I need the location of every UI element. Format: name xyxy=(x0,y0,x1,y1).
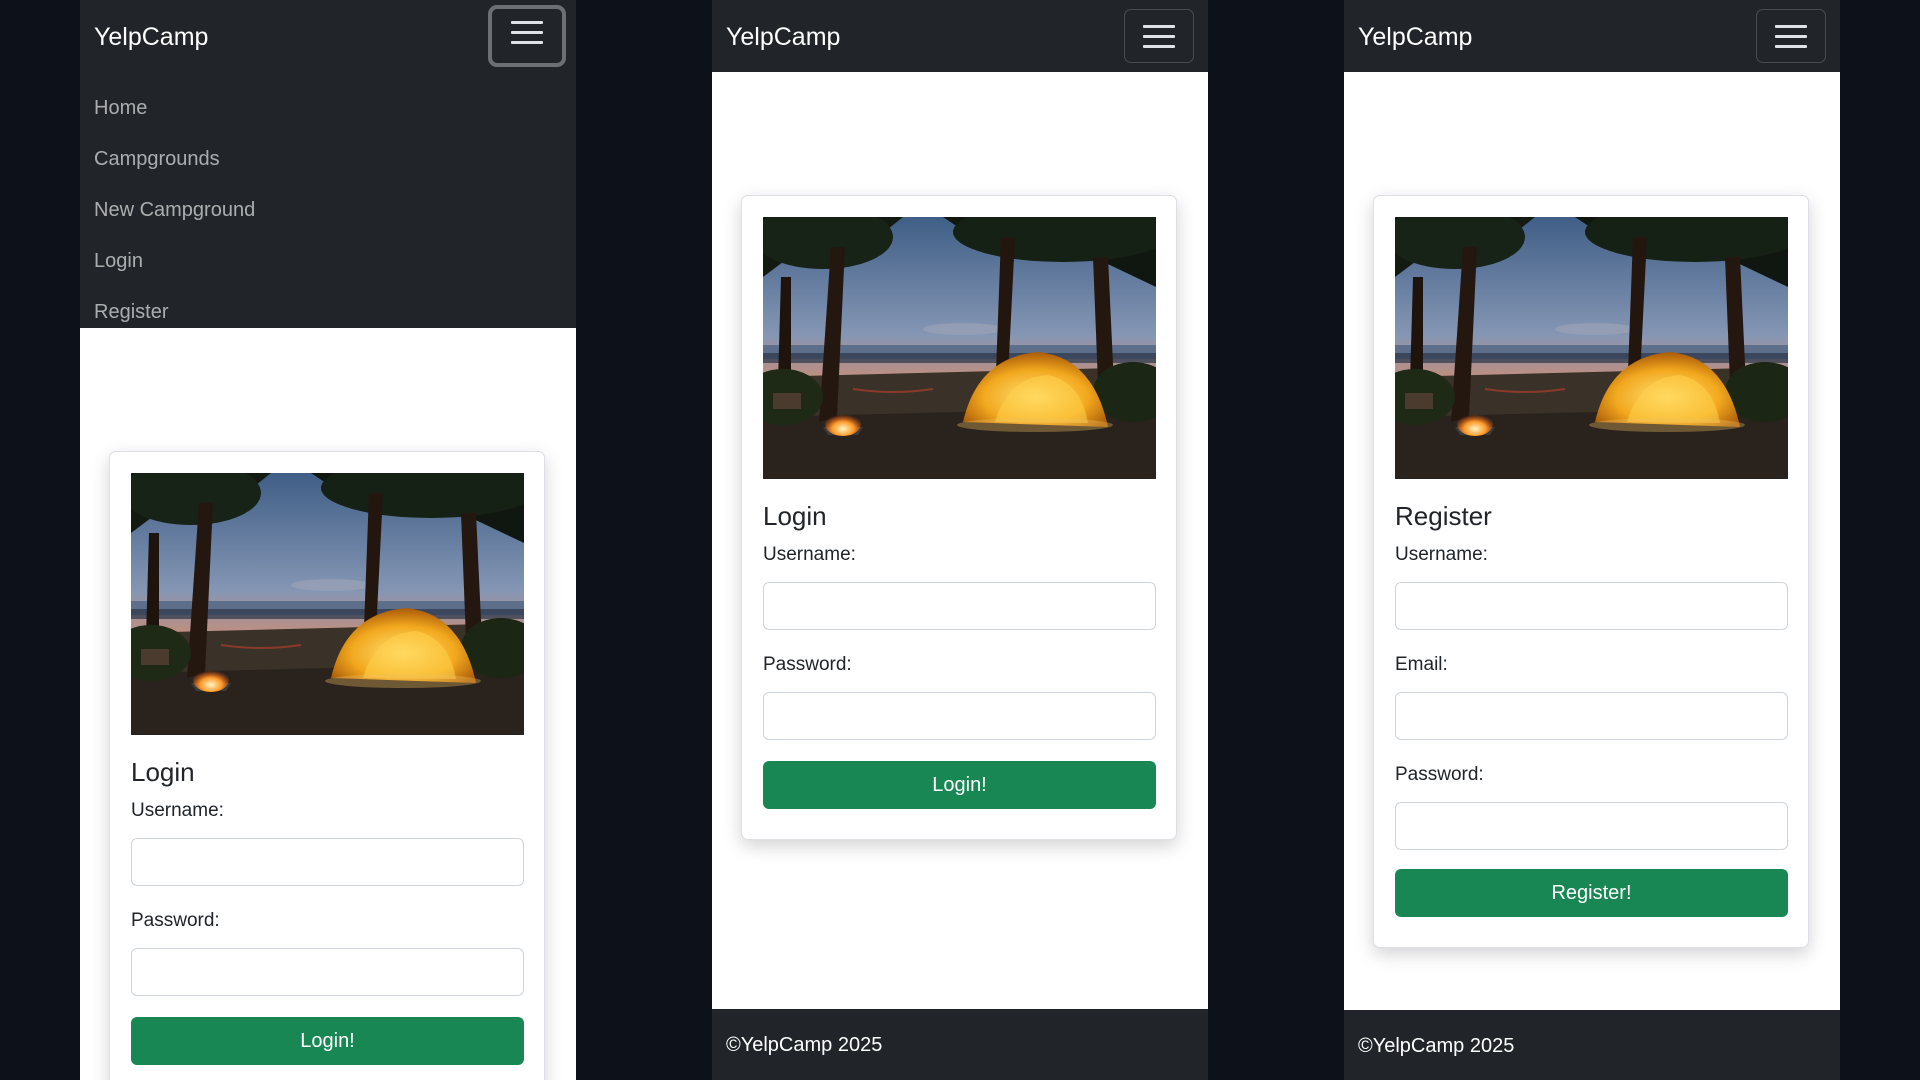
login-button[interactable]: Login! xyxy=(131,1017,524,1065)
nav-menu: Home Campgrounds New Campground Login Re… xyxy=(80,72,576,328)
copyright-text: ©YelpCamp 2025 xyxy=(726,1034,883,1056)
login-title: Login xyxy=(131,757,195,787)
login-button[interactable]: Login! xyxy=(763,761,1156,809)
username-label: Username: xyxy=(763,544,856,565)
register-card: Register Username: Email: Password: Regi… xyxy=(1373,195,1809,948)
email-label: Email: xyxy=(1395,654,1448,675)
password-input[interactable] xyxy=(131,948,524,996)
mobile-view-login-menu-open: YelpCamp Home Campgrounds New Campground… xyxy=(80,0,576,1080)
nav-link-new-campground[interactable]: New Campground xyxy=(94,190,255,230)
login-card: Login Username: Password: Login! xyxy=(741,195,1177,840)
nav-link-home[interactable]: Home xyxy=(94,88,147,128)
mobile-view-register: YelpCamp Register Username: Email: Passw… xyxy=(1344,0,1840,1080)
navbar: YelpCamp xyxy=(80,0,576,72)
register-title: Register xyxy=(1395,501,1492,531)
password-input[interactable] xyxy=(763,692,1156,740)
password-input[interactable] xyxy=(1395,802,1788,850)
footer: ©YelpCamp 2025 xyxy=(1344,1010,1840,1080)
login-card: Login Username: Password: Login! xyxy=(109,451,545,1080)
nav-link-register[interactable]: Register xyxy=(94,292,168,332)
username-input[interactable] xyxy=(1395,582,1788,630)
username-input[interactable] xyxy=(763,582,1156,630)
navbar-toggler-button[interactable] xyxy=(1124,9,1194,63)
username-input[interactable] xyxy=(131,838,524,886)
register-button[interactable]: Register! xyxy=(1395,869,1788,917)
navbar-toggler-button[interactable] xyxy=(488,5,566,67)
hamburger-menu-icon xyxy=(1143,25,1175,28)
mobile-view-login: YelpCamp Login Username: Password: Login… xyxy=(712,0,1208,1080)
navbar: YelpCamp xyxy=(1344,0,1840,72)
password-label: Password: xyxy=(763,654,852,675)
brand-link[interactable]: YelpCamp xyxy=(726,0,840,72)
password-label: Password: xyxy=(1395,764,1484,785)
campsite-image xyxy=(1395,217,1788,479)
hamburger-menu-icon xyxy=(1775,25,1807,28)
navbar: YelpCamp xyxy=(712,0,1208,72)
navbar-toggler-button[interactable] xyxy=(1756,9,1826,63)
campsite-image xyxy=(763,217,1156,479)
campsite-image xyxy=(131,473,524,735)
username-label: Username: xyxy=(1395,544,1488,565)
footer: ©YelpCamp 2025 xyxy=(712,1009,1208,1080)
nav-link-login[interactable]: Login xyxy=(94,241,143,281)
brand-link[interactable]: YelpCamp xyxy=(1358,0,1472,72)
brand-link[interactable]: YelpCamp xyxy=(94,0,208,72)
login-title: Login xyxy=(763,501,827,531)
username-label: Username: xyxy=(131,800,224,821)
hamburger-menu-icon xyxy=(511,21,543,24)
nav-link-campgrounds[interactable]: Campgrounds xyxy=(94,139,220,179)
copyright-text: ©YelpCamp 2025 xyxy=(1358,1035,1515,1057)
password-label: Password: xyxy=(131,910,220,931)
email-input[interactable] xyxy=(1395,692,1788,740)
